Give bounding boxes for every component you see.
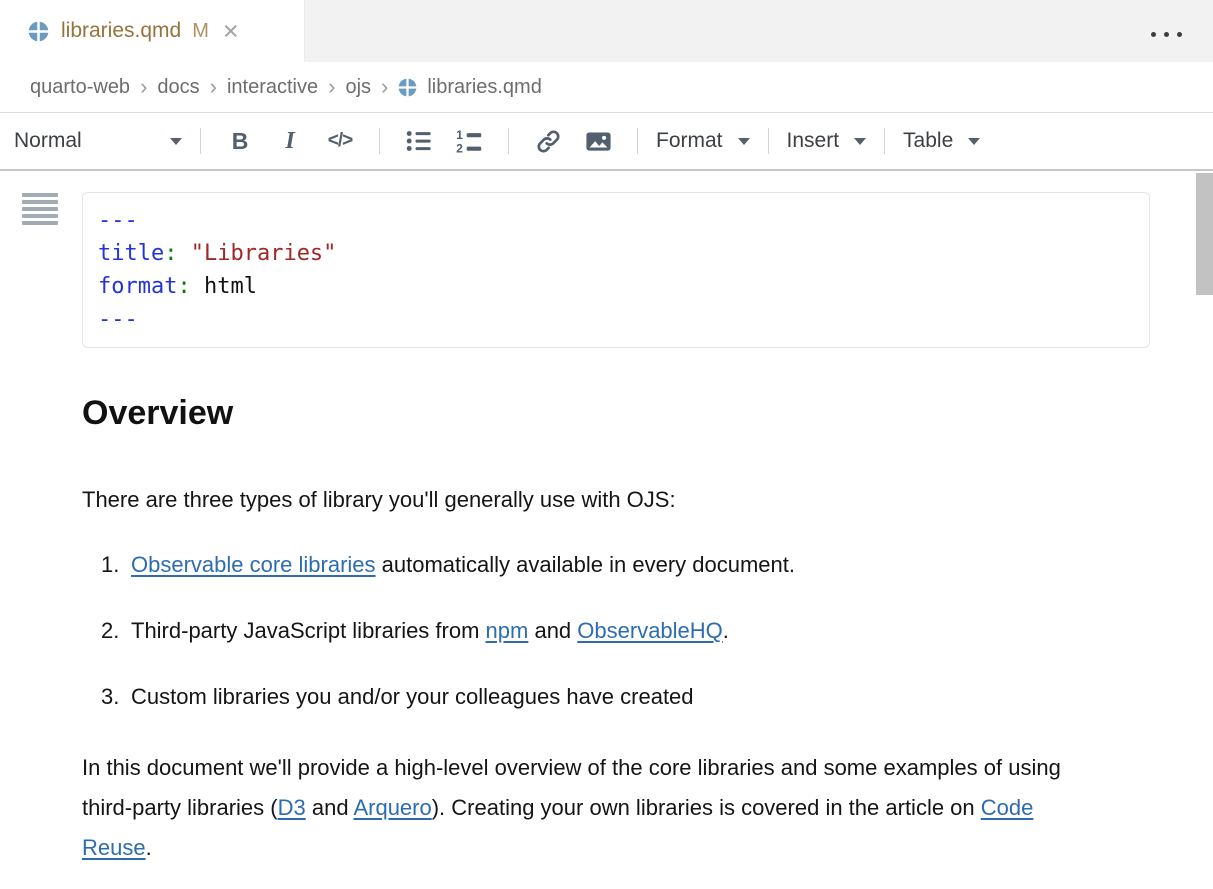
list-number: 3. bbox=[101, 677, 125, 717]
list-text: Observable core libraries automatically … bbox=[131, 545, 795, 585]
list-item: 1. Observable core libraries automatical… bbox=[82, 545, 1150, 585]
more-dot-icon bbox=[1177, 32, 1182, 37]
breadcrumb-item-interactive[interactable]: interactive bbox=[227, 76, 318, 99]
scrollbar-thumb[interactable] bbox=[1196, 173, 1213, 295]
yaml-value: html bbox=[191, 274, 257, 299]
paragraph-style-value: Normal bbox=[14, 129, 82, 153]
text-segment: ). Creating your own libraries is covere… bbox=[432, 795, 981, 820]
breadcrumb-item-quarto-web[interactable]: quarto-web bbox=[30, 76, 130, 99]
bold-icon: B bbox=[232, 128, 249, 155]
table-menu-label: Table bbox=[903, 129, 953, 153]
format-menu-label: Format bbox=[656, 129, 723, 153]
svg-text:2: 2 bbox=[456, 142, 463, 155]
chevron-down-icon bbox=[854, 138, 866, 145]
quarto-file-icon bbox=[28, 21, 49, 42]
list-item: 2. Third-party JavaScript libraries from… bbox=[82, 611, 1150, 651]
yaml-delimiter: --- bbox=[98, 307, 138, 332]
yaml-line: title: "Libraries" bbox=[98, 237, 1134, 270]
doc-link[interactable]: D3 bbox=[278, 795, 306, 820]
text-segment: Custom libraries you and/or your colleag… bbox=[131, 684, 694, 709]
more-actions-button[interactable] bbox=[1147, 28, 1186, 41]
doc-link[interactable]: Arquero bbox=[353, 795, 431, 820]
italic-icon: I bbox=[285, 128, 294, 155]
tab-bar: libraries.qmd M × bbox=[0, 0, 1213, 62]
chevron-down-icon bbox=[738, 138, 750, 145]
toolbar-separator bbox=[768, 128, 769, 154]
yaml-delimiter: --- bbox=[98, 208, 138, 233]
close-icon[interactable]: × bbox=[223, 18, 239, 45]
yaml-front-matter-block[interactable]: --- title: "Libraries" format: html --- bbox=[82, 192, 1150, 348]
insert-link-button[interactable] bbox=[523, 121, 573, 161]
numbered-list: 1. Observable core libraries automatical… bbox=[82, 545, 1150, 717]
toolbar-separator bbox=[884, 128, 885, 154]
format-menu[interactable]: Format bbox=[652, 129, 754, 153]
list-text: Third-party JavaScript libraries from np… bbox=[131, 611, 729, 651]
image-icon bbox=[584, 127, 613, 156]
list-number: 2. bbox=[101, 611, 125, 651]
breadcrumb-item-file[interactable]: libraries.qmd bbox=[427, 76, 541, 99]
chevron-down-icon bbox=[968, 138, 980, 145]
toolbar-separator bbox=[200, 128, 201, 154]
insert-menu-label: Insert bbox=[787, 129, 840, 153]
modified-badge: M bbox=[192, 20, 209, 43]
list-number: 1. bbox=[101, 545, 125, 585]
yaml-line: --- bbox=[98, 303, 1134, 336]
bold-button[interactable]: B bbox=[215, 121, 265, 161]
text-segment: automatically available in every documen… bbox=[376, 552, 795, 577]
chevron-right-icon: › bbox=[381, 74, 388, 100]
tab-libraries-qmd[interactable]: libraries.qmd M × bbox=[0, 0, 305, 62]
text-segment: and bbox=[528, 618, 577, 643]
yaml-value: "Libraries" bbox=[177, 241, 336, 266]
text-segment: . bbox=[146, 835, 152, 860]
chevron-right-icon: › bbox=[140, 74, 147, 100]
chevron-right-icon: › bbox=[328, 74, 335, 100]
more-dot-icon bbox=[1151, 32, 1156, 37]
editor-window: libraries.qmd M × quarto-web › docs › in… bbox=[0, 0, 1213, 868]
link-icon bbox=[535, 128, 562, 155]
insert-image-button[interactable] bbox=[573, 121, 623, 161]
toolbar-separator bbox=[508, 128, 509, 154]
bullet-list-button[interactable] bbox=[394, 121, 444, 161]
table-menu[interactable]: Table bbox=[899, 129, 984, 153]
tab-title: libraries.qmd bbox=[61, 19, 181, 43]
list-text: Custom libraries you and/or your colleag… bbox=[131, 677, 694, 717]
text-segment: Third-party JavaScript libraries from bbox=[131, 618, 486, 643]
toolbar-separator bbox=[379, 128, 380, 154]
chevron-right-icon: › bbox=[210, 74, 217, 100]
breadcrumb-item-docs[interactable]: docs bbox=[157, 76, 199, 99]
breadcrumb-item-ojs[interactable]: ojs bbox=[345, 76, 371, 99]
insert-menu[interactable]: Insert bbox=[783, 129, 871, 153]
chevron-down-icon bbox=[170, 138, 182, 145]
breadcrumb: quarto-web › docs › interactive › ojs › … bbox=[0, 62, 1213, 113]
text-segment: and bbox=[306, 795, 354, 820]
bullet-list-icon bbox=[405, 127, 433, 155]
quarto-file-icon bbox=[398, 78, 417, 97]
yaml-line: format: html bbox=[98, 270, 1134, 303]
toolbar-separator bbox=[637, 128, 638, 154]
yaml-key: format bbox=[98, 274, 177, 299]
doc-link[interactable]: ObservableHQ bbox=[577, 618, 723, 643]
formatting-toolbar: Normal B I </> 12 Format bbox=[0, 113, 1213, 171]
numbered-list-button[interactable]: 12 bbox=[444, 121, 494, 161]
heading-overview: Overview bbox=[82, 392, 1150, 434]
code-icon: </> bbox=[328, 130, 352, 152]
text-segment: . bbox=[723, 618, 729, 643]
closing-paragraph: In this document we'll provide a high-le… bbox=[82, 748, 1092, 868]
more-dot-icon bbox=[1164, 32, 1169, 37]
editor-canvas[interactable]: --- title: "Libraries" format: html --- … bbox=[0, 171, 1213, 868]
yaml-line: --- bbox=[98, 204, 1134, 237]
numbered-list-icon: 12 bbox=[455, 127, 483, 155]
italic-button[interactable]: I bbox=[265, 121, 315, 161]
yaml-key: title bbox=[98, 241, 164, 266]
intro-paragraph: There are three types of library you'll … bbox=[82, 480, 1150, 520]
svg-text:1: 1 bbox=[456, 128, 463, 142]
doc-link[interactable]: npm bbox=[486, 618, 529, 643]
yaml-colon: : bbox=[164, 241, 177, 266]
yaml-colon: : bbox=[177, 274, 190, 299]
paragraph-style-select[interactable]: Normal bbox=[14, 129, 186, 153]
drag-handle-icon[interactable] bbox=[22, 193, 58, 225]
list-item: 3. Custom libraries you and/or your coll… bbox=[82, 677, 1150, 717]
doc-link[interactable]: Observable core libraries bbox=[131, 552, 376, 577]
code-button[interactable]: </> bbox=[315, 121, 365, 161]
